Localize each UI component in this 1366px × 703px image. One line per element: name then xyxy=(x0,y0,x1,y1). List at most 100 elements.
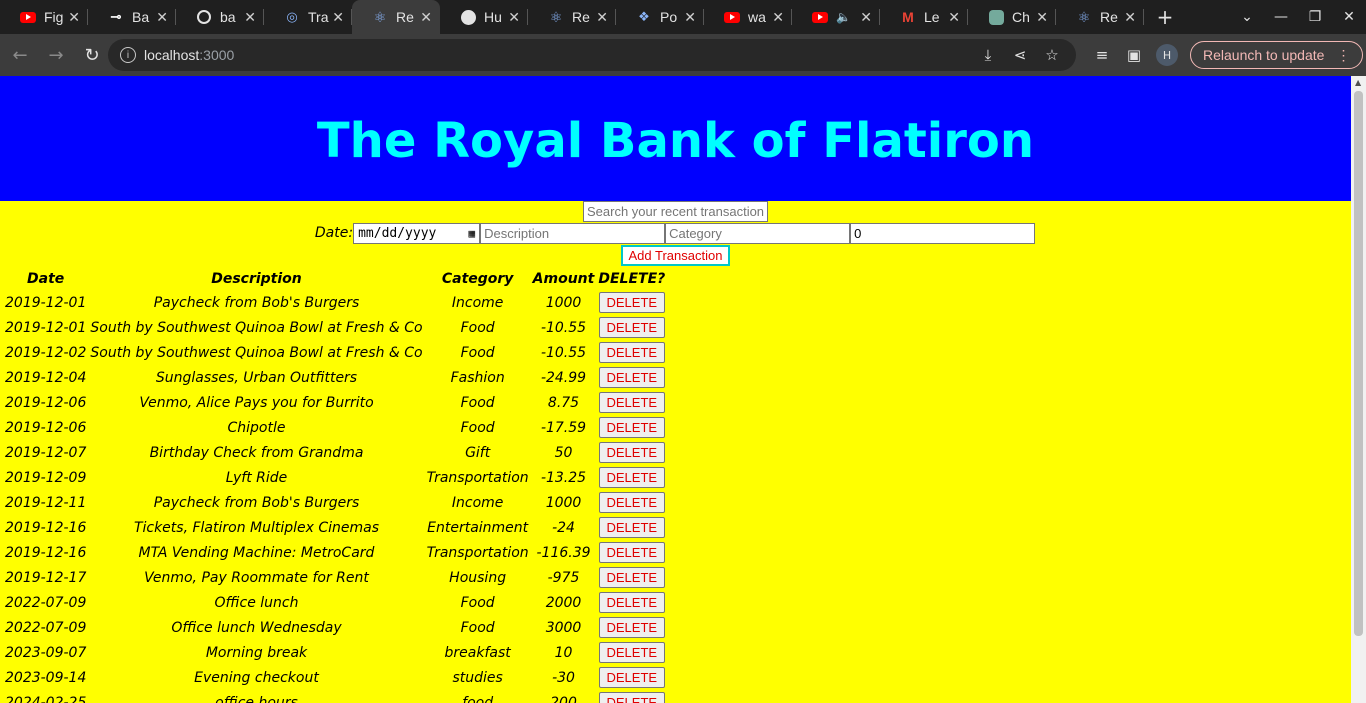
delete-button[interactable]: DELETE xyxy=(598,517,666,538)
add-transaction-button[interactable]: Add Transaction xyxy=(620,245,731,266)
date-cell: 2019-12-07 xyxy=(5,444,87,461)
delete-cell: DELETE xyxy=(597,391,666,414)
restore-button[interactable]: ❐ xyxy=(1298,9,1332,25)
close-tab-icon[interactable]: ✕ xyxy=(1036,9,1048,26)
browser-tab[interactable]: Ch ✕ xyxy=(968,0,1056,34)
tab-title: Po xyxy=(660,9,678,25)
browser-tab[interactable]: M Le ✕ xyxy=(880,0,968,34)
close-tab-icon[interactable]: ✕ xyxy=(948,9,960,26)
browser-tab[interactable]: ◎ Tra ✕ xyxy=(264,0,352,34)
delete-button[interactable]: DELETE xyxy=(598,442,666,463)
browser-tab[interactable]: ⊸ Ba ✕ xyxy=(88,0,176,34)
description-cell: Venmo, Pay Roommate for Rent xyxy=(144,569,369,586)
close-tab-icon[interactable]: ✕ xyxy=(772,9,784,26)
amount-input[interactable] xyxy=(850,222,1036,244)
table-row: 2019-12-17 Venmo, Pay Roommate for Rent Ho… xyxy=(4,566,666,589)
tab-search-icon[interactable]: ⌄ xyxy=(1230,9,1264,25)
browser-tab[interactable]: wa ✕ xyxy=(704,0,792,34)
more-menu-icon[interactable]: ⋮ xyxy=(1336,47,1350,64)
description-input[interactable] xyxy=(480,222,666,244)
add-row: Add Transaction xyxy=(0,244,1351,266)
browser-tab[interactable]: Hu ✕ xyxy=(440,0,528,34)
close-tab-icon[interactable]: ✕ xyxy=(244,9,256,26)
date-header: Date xyxy=(27,270,65,287)
close-tab-icon[interactable]: ✕ xyxy=(860,9,872,26)
close-tab-icon[interactable]: ✕ xyxy=(508,9,520,26)
media-controls-icon[interactable]: ≡ xyxy=(1086,46,1118,64)
delete-button[interactable]: DELETE xyxy=(598,692,666,703)
scroll-up-icon[interactable]: ▲ xyxy=(1355,78,1361,87)
category-input[interactable] xyxy=(665,222,851,244)
table-row: 2023-09-14 Evening checkout studies -30 DELE… xyxy=(4,666,666,689)
side-panel-icon[interactable]: ▣ xyxy=(1118,46,1150,64)
browser-toolbar: ← → ↻ i localhost:3000 ⤓ ⋖ ☆ ≡ ▣ H Relau… xyxy=(0,34,1366,76)
close-tab-icon[interactable]: ✕ xyxy=(684,9,696,26)
search-input[interactable] xyxy=(583,201,768,222)
scrollbar-thumb[interactable] xyxy=(1354,91,1363,636)
close-tab-icon[interactable]: ✕ xyxy=(1124,9,1136,26)
date-input[interactable]: mm/dd/yyyy ▦ xyxy=(353,222,481,244)
calendar-icon[interactable]: ▦ xyxy=(468,227,475,240)
close-tab-icon[interactable]: ✕ xyxy=(596,9,608,26)
delete-button[interactable]: DELETE xyxy=(598,367,666,388)
new-tab-button[interactable]: + xyxy=(1150,0,1180,34)
delete-button[interactable]: DELETE xyxy=(598,392,666,413)
install-app-icon[interactable]: ⤓ xyxy=(972,47,1004,64)
close-tab-icon[interactable]: ✕ xyxy=(156,9,168,26)
close-tab-icon[interactable]: ✕ xyxy=(68,9,80,26)
profile-avatar[interactable]: H xyxy=(1156,44,1178,66)
browser-tab[interactable]: ❖ Po ✕ xyxy=(616,0,704,34)
date-cell: 2019-12-09 xyxy=(5,469,87,486)
delete-button[interactable]: DELETE xyxy=(598,542,666,563)
delete-button[interactable]: DELETE xyxy=(598,567,666,588)
delete-button[interactable]: DELETE xyxy=(598,592,666,613)
delete-button[interactable]: DELETE xyxy=(598,417,666,438)
pipedrive-icon: ⊸ xyxy=(110,9,122,24)
date-cell: 2022-07-09 xyxy=(5,619,87,636)
page-title: The Royal Bank of Flatiron xyxy=(316,112,1035,169)
browser-tab[interactable]: 🔈 ✕ xyxy=(792,0,880,34)
browser-tab[interactable]: Fig ✕ xyxy=(0,0,88,34)
browser-tab[interactable]: ba ✕ xyxy=(176,0,264,34)
browser-tab[interactable]: ⚛ Re ✕ xyxy=(352,0,440,34)
table-row: 2019-12-02 South by Southwest Quinoa Bowl… xyxy=(4,341,666,364)
date-cell: 2019-12-17 xyxy=(5,569,87,586)
minimize-button[interactable]: — xyxy=(1264,9,1298,25)
page-scrollbar[interactable]: ▲ xyxy=(1351,76,1366,703)
close-tab-icon[interactable]: ✕ xyxy=(332,9,344,26)
delete-button[interactable]: DELETE xyxy=(598,317,666,338)
tab-title: Le xyxy=(924,9,940,25)
bookmark-star-icon[interactable]: ☆ xyxy=(1036,46,1068,64)
delete-button[interactable]: DELETE xyxy=(598,667,666,688)
delete-button[interactable]: DELETE xyxy=(598,642,666,663)
relaunch-button[interactable]: Relaunch to update ⋮ xyxy=(1190,41,1364,69)
description-cell: Morning break xyxy=(205,644,308,661)
site-info-icon[interactable]: i xyxy=(120,47,136,63)
forward-button[interactable]: → xyxy=(40,39,72,71)
amount-cell: -975 xyxy=(547,569,580,586)
date-cell: 2019-12-16 xyxy=(5,519,87,536)
delete-button[interactable]: DELETE xyxy=(598,342,666,363)
delete-button[interactable]: DELETE xyxy=(598,292,666,313)
speaker-icon[interactable]: 🔈 xyxy=(836,10,851,24)
close-tab-icon[interactable]: ✕ xyxy=(420,9,432,26)
delete-button[interactable]: DELETE xyxy=(598,492,666,513)
reload-button[interactable]: ↻ xyxy=(76,39,108,71)
browser-tab[interactable]: ⚛ Re ✕ xyxy=(1056,0,1144,34)
delete-button[interactable]: DELETE xyxy=(598,617,666,638)
description-cell: Tickets, Flatiron Multiplex Cinemas xyxy=(133,519,380,536)
table-body: 2019-12-01 Paycheck from Bob's Burgers Inc… xyxy=(4,291,666,703)
address-bar[interactable]: i localhost:3000 ⤓ ⋖ ☆ xyxy=(108,39,1076,71)
date-cell: 2022-07-09 xyxy=(5,594,87,611)
close-window-button[interactable]: ✕ xyxy=(1332,9,1366,25)
date-cell: 2019-12-01 xyxy=(5,319,87,336)
browser-tab[interactable]: ⚛ Re ✕ xyxy=(528,0,616,34)
delete-button[interactable]: DELETE xyxy=(598,467,666,488)
delete-cell: DELETE xyxy=(597,416,666,439)
table-row: 2019-12-06 Venmo, Alice Pays you for Burr… xyxy=(4,391,666,414)
back-button[interactable]: ← xyxy=(4,39,36,71)
transactions-table: Date Description Category Amount DELETE? 201… xyxy=(2,266,668,703)
radar-icon: ◎ xyxy=(286,9,298,24)
url-port: :3000 xyxy=(199,47,235,63)
share-icon[interactable]: ⋖ xyxy=(1004,46,1036,64)
